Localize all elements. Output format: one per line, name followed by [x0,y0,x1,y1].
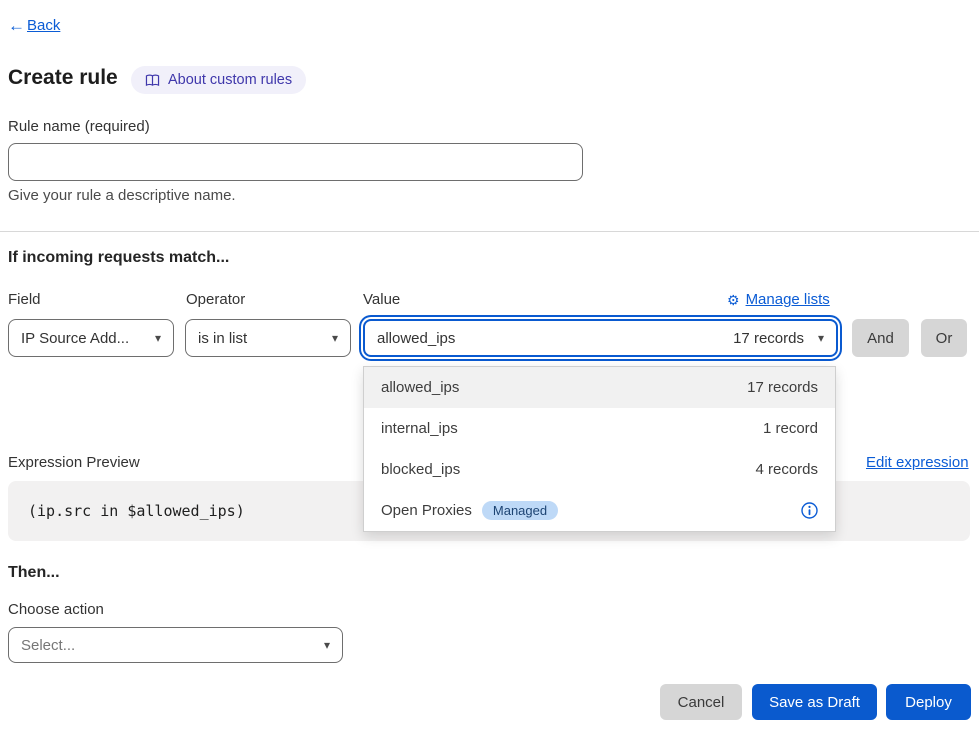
manage-lists-label: Manage lists [746,291,830,308]
rule-name-label: Rule name (required) [8,118,150,135]
then-section-heading: Then... [8,564,60,582]
operator-select-value: is in list [198,330,247,347]
action-select[interactable]: Select... ▾ [8,627,343,663]
list-item-records: 17 records [747,379,818,396]
field-select[interactable]: IP Source Add... ▾ [8,319,174,357]
about-custom-rules-link[interactable]: About custom rules [131,66,306,94]
page-title: Create rule [8,66,118,90]
info-icon[interactable] [801,502,818,519]
and-button[interactable]: And [852,319,909,357]
match-section-heading: If incoming requests match... [8,249,229,267]
back-link[interactable]: ←Back [8,17,60,34]
create-rule-page: ←Back Create rule About custom rules Rul… [0,0,979,739]
list-item-internal-ips[interactable]: internal_ips 1 record [364,408,835,449]
deploy-button[interactable]: Deploy [886,684,971,720]
rule-name-input[interactable] [8,143,583,181]
cancel-button[interactable]: Cancel [660,684,742,720]
rule-name-helper: Give your rule a descriptive name. [8,187,236,204]
back-label: Back [27,17,60,34]
list-item-records: 4 records [755,461,818,478]
expression-code: (ip.src in $allowed_ips) [28,502,245,520]
list-item-name: internal_ips [381,420,458,437]
about-custom-rules-label: About custom rules [168,72,292,88]
back-arrow-icon: ← [8,17,25,34]
list-item-name: Open Proxies [381,502,472,519]
or-button[interactable]: Or [921,319,967,357]
edit-expression-link[interactable]: Edit expression [866,454,969,471]
managed-badge: Managed [482,501,558,520]
section-divider [0,231,979,232]
save-as-draft-button[interactable]: Save as Draft [752,684,877,720]
list-dropdown-menu: allowed_ips 17 records internal_ips 1 re… [363,366,836,532]
list-item-name: allowed_ips [381,379,459,396]
chevron-down-icon: ▾ [155,332,161,344]
chevron-down-icon: ▾ [818,332,824,344]
operator-label: Operator [186,291,245,308]
chevron-down-icon: ▾ [324,639,330,651]
list-item-open-proxies[interactable]: Open Proxies Managed [364,490,835,531]
list-item-records: 1 record [763,420,818,437]
chevron-down-icon: ▾ [332,332,338,344]
value-select-value: allowed_ips [377,330,455,347]
value-select-records: 17 records [733,330,804,347]
gear-icon: ⚙ [727,293,740,307]
list-item-name: blocked_ips [381,461,460,478]
list-item-blocked-ips[interactable]: blocked_ips 4 records [364,449,835,490]
book-icon [145,74,160,87]
field-select-value: IP Source Add... [21,330,129,347]
value-select[interactable]: allowed_ips 17 records ▾ [363,319,838,357]
edit-expression-label: Edit expression [866,454,969,471]
manage-lists-link[interactable]: ⚙ Manage lists [727,291,830,308]
operator-select[interactable]: is in list ▾ [185,319,351,357]
value-label: Value [363,291,400,308]
list-item-allowed-ips[interactable]: allowed_ips 17 records [364,367,835,408]
action-select-placeholder: Select... [21,637,75,654]
choose-action-label: Choose action [8,601,104,618]
field-label: Field [8,291,41,308]
expression-preview-label: Expression Preview [8,454,140,471]
